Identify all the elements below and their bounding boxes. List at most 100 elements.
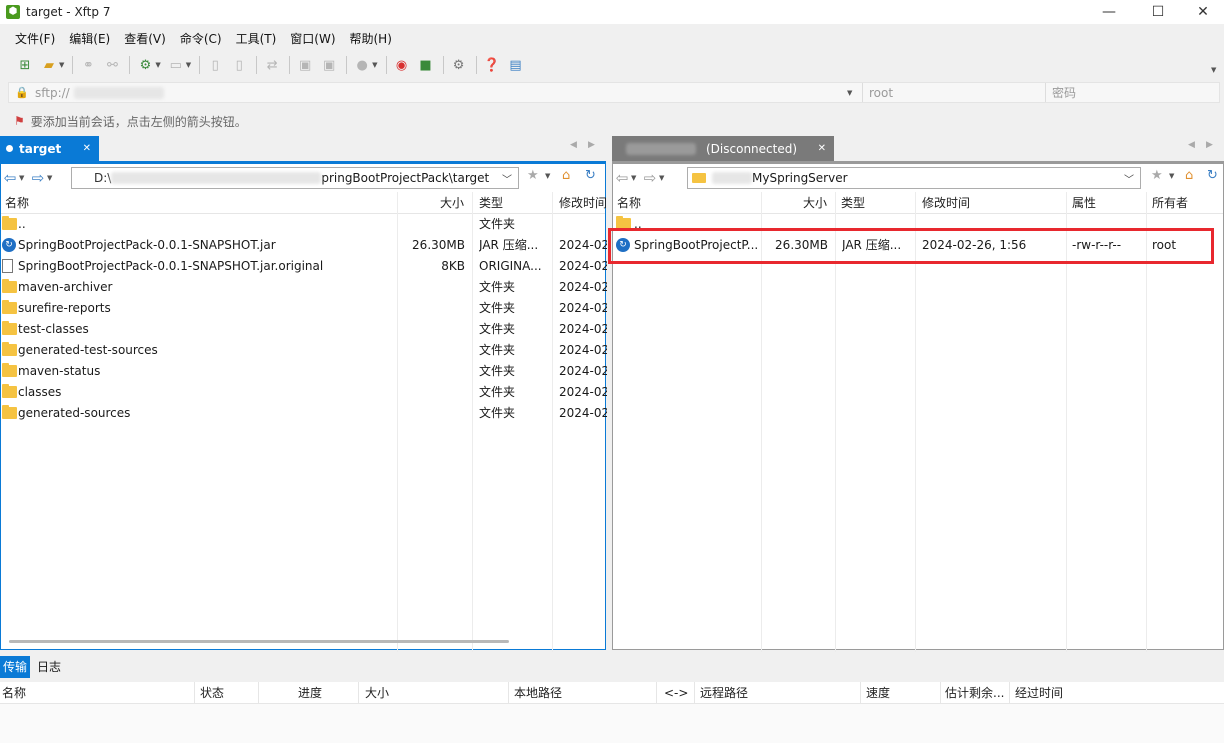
file-copy-icon[interactable]: ▯ [228,54,250,76]
forward-arrow-icon[interactable]: ⇨ [641,169,659,187]
display-icon[interactable]: ▭ [165,54,187,76]
paste-icon[interactable]: ▣ [318,54,340,76]
chevron-down-icon[interactable]: ▼ [47,174,57,182]
col-direction[interactable]: <-> [664,682,688,704]
favorites-star-icon[interactable]: ★ [527,168,539,183]
back-arrow-icon[interactable]: ⇦ [613,169,631,187]
chevron-down-icon[interactable]: ▼ [1169,172,1174,180]
copy-icon[interactable]: ▣ [294,54,316,76]
minimize-button[interactable]: — [1086,0,1132,24]
table-row[interactable]: ↻ SpringBootProjectPack-0.0.1-SNAPSHOT.ja… [1,235,607,256]
menu-command[interactable]: 命令(C) [173,28,229,50]
tab-scroll-left-icon[interactable]: ◀ [1188,140,1195,150]
menu-help[interactable]: 帮助(H) [343,28,399,50]
chevron-down-icon[interactable]: ﹀ [1124,171,1134,186]
col-modified[interactable]: 修改时间 [918,192,1066,214]
horizontal-scrollbar[interactable] [9,640,509,643]
remote-path-input[interactable]: MySpringServer ﹀ [687,167,1141,189]
refresh-icon[interactable]: ↻ [585,168,596,183]
tab-scroll-right-icon[interactable]: ▶ [1206,140,1213,150]
chevron-down-icon[interactable]: ▼ [372,61,377,69]
chevron-down-icon[interactable]: ▼ [19,174,29,182]
tab-scroll-left-icon[interactable]: ◀ [570,140,577,150]
col-type[interactable]: 类型 [837,192,915,214]
address-bar[interactable]: 🔒 sftp:// ▼ root 密码 [8,82,1220,103]
col-elapsed[interactable]: 经过时间 [1015,682,1063,704]
transfer-list[interactable] [0,704,1224,743]
chevron-down-icon[interactable]: ▼ [631,174,641,182]
maximize-button[interactable]: ☐ [1135,0,1181,24]
chevron-down-icon[interactable]: ▼ [1211,66,1216,74]
col-size[interactable]: 大小 [365,682,389,704]
menu-window[interactable]: 窗口(W) [283,28,342,50]
tab-transfer[interactable]: 传输 [0,656,31,678]
tab-remote-disconnected[interactable]: (Disconnected) ✕ [612,136,834,161]
col-eta[interactable]: 估计剩余... [945,682,1004,704]
close-window-button[interactable]: ✕ [1180,0,1224,24]
sync-icon[interactable]: ⇄ [261,54,283,76]
col-name[interactable]: 名称 [613,192,761,214]
chevron-down-icon[interactable]: ▼ [847,89,852,97]
refresh-icon[interactable]: ↻ [1207,168,1218,183]
table-row[interactable]: classes 文件夹 2024-02 [1,382,607,403]
bookmark-arrow-icon[interactable]: ⚑ [14,114,25,128]
chat-icon[interactable]: ▤ [505,54,527,76]
home-icon[interactable]: ⌂ [1185,168,1193,183]
help-icon[interactable]: ❓ [481,54,503,76]
chevron-down-icon[interactable]: ▼ [659,174,669,182]
col-owner[interactable]: 所有者 [1148,192,1222,214]
chevron-down-icon[interactable]: ﹀ [502,171,512,186]
col-remote-path[interactable]: 远程路径 [700,682,748,704]
col-name[interactable]: 名称 [2,682,26,704]
table-row[interactable]: test-classes 文件夹 2024-02 [1,319,607,340]
col-size[interactable]: 大小 [397,192,472,214]
col-size[interactable]: 大小 [761,192,835,214]
status-circle-icon[interactable]: ● [351,54,373,76]
menu-file[interactable]: 文件(F) [8,28,62,50]
table-row[interactable]: maven-archiver 文件夹 2024-02 [1,277,607,298]
back-arrow-icon[interactable]: ⇦ [1,169,19,187]
table-row[interactable]: maven-status 文件夹 2024-02 [1,361,607,382]
tab-log[interactable]: 日志 [34,656,64,678]
file-modified [559,214,607,235]
table-row[interactable]: generated-test-sources 文件夹 2024-02 [1,340,607,361]
chevron-down-icon[interactable]: ▼ [155,61,160,69]
password-field[interactable]: 密码 [1052,84,1076,101]
col-status[interactable]: 状态 [200,682,224,704]
username-field[interactable]: root [869,86,893,100]
menu-edit[interactable]: 编辑(E) [62,28,117,50]
menu-tools[interactable]: 工具(T) [229,28,284,50]
home-icon[interactable]: ⌂ [562,168,570,183]
xshell-icon[interactable]: ◉ [391,54,413,76]
chevron-down-icon[interactable]: ▼ [545,172,550,180]
table-row[interactable]: SpringBootProjectPack-0.0.1-SNAPSHOT.jar… [1,256,607,277]
col-speed[interactable]: 速度 [866,682,890,704]
col-local-path[interactable]: 本地路径 [514,682,562,704]
tab-scroll-right-icon[interactable]: ▶ [588,140,595,150]
new-session-icon[interactable]: ⊞ [14,54,36,76]
close-icon[interactable]: ✕ [818,143,826,154]
disconnect-icon[interactable]: ⚯ [101,54,123,76]
table-row[interactable]: .. 文件夹 [1,214,605,235]
col-progress[interactable]: 进度 [298,682,322,704]
open-folder-icon[interactable]: ▰ [38,54,60,76]
chevron-down-icon[interactable]: ▼ [59,61,64,69]
favorites-star-icon[interactable]: ★ [1151,168,1163,183]
connect-icon[interactable]: ⚭ [77,54,99,76]
col-attributes[interactable]: 属性 [1068,192,1146,214]
col-modified[interactable]: 修改时间 [555,192,609,214]
settings-gear-icon[interactable]: ⚙ [134,54,156,76]
forward-arrow-icon[interactable]: ⇨ [29,169,47,187]
options-gear-icon[interactable]: ⚙ [448,54,470,76]
close-icon[interactable]: ✕ [83,143,91,154]
chevron-down-icon[interactable]: ▼ [186,61,191,69]
xftp-launch-icon[interactable]: ■ [415,54,437,76]
col-type[interactable]: 类型 [475,192,553,214]
file-icon[interactable]: ▯ [204,54,226,76]
local-path-input[interactable]: D:\ pringBootProjectPack\target ﹀ [71,167,519,189]
table-row[interactable]: generated-sources 文件夹 2024-02 [1,403,607,424]
menu-view[interactable]: 查看(V) [117,28,173,50]
table-row[interactable]: surefire-reports 文件夹 2024-02 [1,298,607,319]
tab-local-target[interactable]: target ✕ [0,136,99,161]
col-name[interactable]: 名称 [1,192,397,214]
